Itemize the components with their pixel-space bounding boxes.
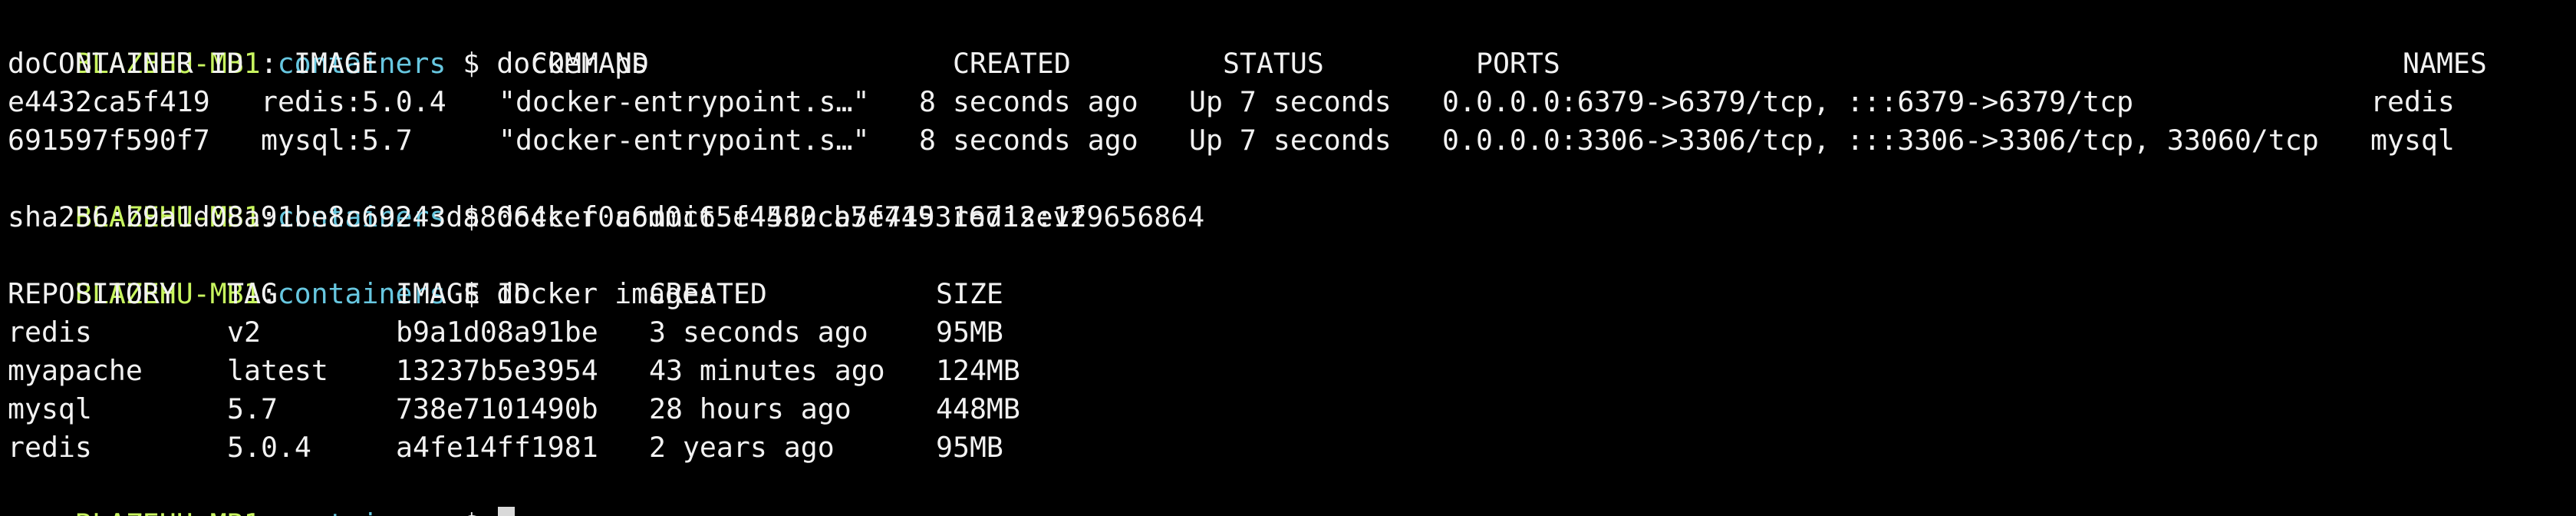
images-cell-created: 3 seconds ago: [649, 316, 868, 349]
images-header-repository: REPOSITORY: [8, 277, 176, 310]
prompt-symbol: $: [446, 508, 496, 516]
images-cell-image-id: 13237b5e3954: [396, 354, 598, 387]
images-cell-tag: 5.7: [227, 392, 278, 425]
clipped-previous-line: [0, 0, 1304, 5]
ps-cell-image: mysql:5.7: [261, 124, 413, 157]
images-header-tag: TAG: [227, 277, 278, 310]
active-prompt-line[interactable]: BLAZEHU-MB1:containers $: [8, 467, 516, 516]
images-cell-repository: redis: [8, 431, 92, 464]
images-table-header: REPOSITORY TAG IMAGE ID CREATED SIZE: [8, 275, 1158, 313]
prompt-line-docker-ps: BLAZEHU-MB1:containers $ docker ps: [8, 6, 648, 80]
ps-cell-created: 8 seconds ago: [919, 85, 1138, 118]
images-header-image-id: IMAGE ID: [396, 277, 531, 310]
images-table-row: redis v2 b9a1d08a91be 3 seconds ago 95MB: [8, 313, 1158, 352]
ps-header-command: COMMAND: [531, 47, 649, 80]
prompt-directory: containers: [278, 508, 446, 516]
images-cell-repository: mysql: [8, 392, 92, 425]
images-cell-image-id: a4fe14ff1981: [396, 431, 598, 464]
images-cell-tag: v2: [227, 316, 261, 349]
ps-header-names: NAMES: [2403, 47, 2487, 80]
ps-header-image: IMAGE: [294, 47, 378, 80]
images-cell-size: 448MB: [936, 392, 1020, 425]
ps-cell-names: mysql: [2370, 124, 2455, 157]
images-cell-created: 2 years ago: [649, 431, 835, 464]
ps-cell-ports: 0.0.0.0:3306->3306/tcp, :::3306->3306/tc…: [1442, 124, 2319, 157]
images-table-row: myapache latest 13237b5e3954 43 minutes …: [8, 352, 1158, 390]
ps-header-status: STATUS: [1223, 47, 1324, 80]
terminal-window[interactable]: BLAZEHU-MB1:containers $ docker ps doCON…: [0, 0, 2576, 516]
ps-cell-status: Up 7 seconds: [1189, 85, 1392, 118]
ps-cell-names: redis: [2370, 85, 2455, 118]
ps-header-created: CREATED: [953, 47, 1071, 80]
prompt-host: BLAZEHU-MB1: [75, 508, 261, 516]
prompt-line-docker-commit: BLAZEHU-MB1:containers $ docker commit e…: [8, 160, 1087, 233]
ps-header-container-id: doCONTAINER ID: [8, 47, 244, 80]
images-cell-created: 28 hours ago: [649, 392, 852, 425]
ps-cell-command: "docker-entrypoint.s…": [499, 124, 870, 157]
ps-header-ports: PORTS: [1476, 47, 1560, 80]
ps-cell-command: "docker-entrypoint.s…": [499, 85, 870, 118]
images-cell-tag: latest: [227, 354, 328, 387]
ps-cell-ports: 0.0.0.0:6379->6379/tcp, :::6379->6379/tc…: [1442, 85, 2133, 118]
images-cell-size: 95MB: [936, 316, 1003, 349]
images-cell-created: 43 minutes ago: [649, 354, 885, 387]
images-cell-repository: myapache: [8, 354, 143, 387]
ps-table-header: doCONTAINER ID IMAGE COMMAND CREATED STA…: [8, 45, 2570, 83]
images-cell-size: 124MB: [936, 354, 1020, 387]
text-cursor[interactable]: [498, 507, 516, 516]
images-header-size: SIZE: [936, 277, 1003, 310]
ps-cell-container-id: 691597f590f7: [8, 124, 210, 157]
ps-table-row: e4432ca5f419 redis:5.0.4 "docker-entrypo…: [8, 83, 2570, 121]
images-header-created: CREATED: [649, 277, 767, 310]
ps-table-row: 691597f590f7 mysql:5.7 "docker-entrypoin…: [8, 121, 2570, 160]
images-table-row: redis 5.0.4 a4fe14ff1981 2 years ago 95M…: [8, 428, 1158, 467]
commit-output-digest: sha256:b9a1d08a91be8c69243da8064cef0a6d0…: [8, 200, 1205, 233]
ps-cell-created: 8 seconds ago: [919, 124, 1138, 157]
images-cell-image-id: b9a1d08a91be: [396, 316, 598, 349]
images-table-row: mysql 5.7 738e7101490b 28 hours ago 448M…: [8, 390, 1158, 428]
ps-cell-image: redis:5.0.4: [261, 85, 446, 118]
images-cell-tag: 5.0.4: [227, 431, 311, 464]
ps-cell-container-id: e4432ca5f419: [8, 85, 210, 118]
images-cell-image-id: 738e7101490b: [396, 392, 598, 425]
ps-cell-status: Up 7 seconds: [1189, 124, 1392, 157]
prompt-separator: :: [261, 508, 278, 516]
images-cell-size: 95MB: [936, 431, 1003, 464]
images-cell-repository: redis: [8, 316, 92, 349]
prompt-line-docker-images: BLAZEHU-MB1:containers $ docker images: [8, 237, 716, 310]
